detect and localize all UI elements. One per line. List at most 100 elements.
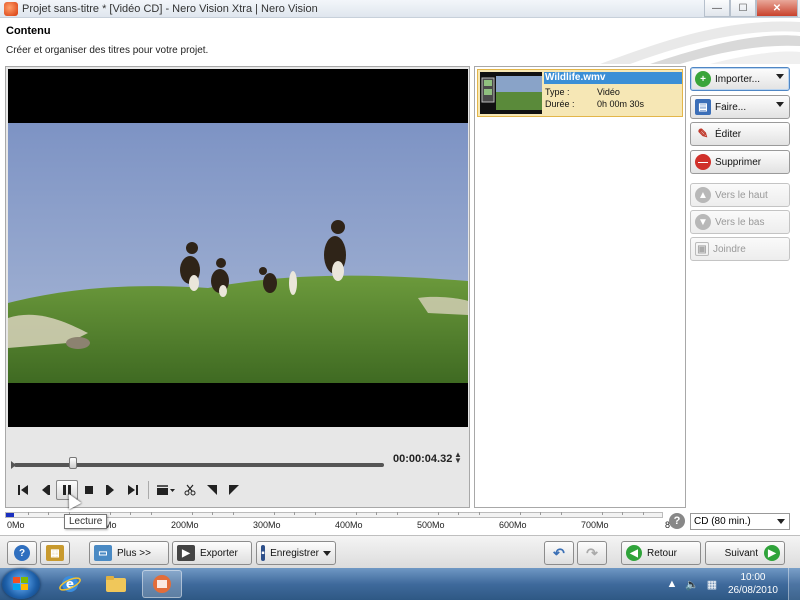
capacity-minor-tick — [27, 512, 29, 515]
show-hidden-icons-icon[interactable]: ▲ — [665, 577, 679, 591]
page-header: Contenu Créer et organiser des titres po… — [0, 18, 800, 64]
capacity-minor-tick — [560, 512, 562, 515]
play-tooltip: Lecture — [64, 514, 108, 529]
bottom-toolbar: ? ▦ ▭ Plus >> ▶ Exporter ▪ Enregistrer ↶… — [0, 535, 800, 568]
next-frame-button[interactable] — [100, 480, 122, 500]
move-down-button[interactable]: ▼ Vers le bas — [690, 210, 790, 234]
chevron-down-icon — [776, 102, 784, 107]
clip-duration-row: Durée : 0h 00m 30s — [545, 99, 644, 109]
mark-out-icon — [229, 485, 239, 495]
redo-button[interactable]: ↷ — [577, 541, 607, 565]
show-desktop-button[interactable] — [788, 568, 800, 600]
mark-in-button[interactable] — [201, 480, 223, 500]
import-label: Importer... — [715, 73, 761, 85]
monitor-icon: ▭ — [94, 545, 112, 561]
capacity-minor-tick — [437, 512, 439, 515]
disc-type-select[interactable]: CD (80 min.) — [690, 513, 790, 530]
capacity-minor-tick — [150, 512, 152, 515]
clip-item[interactable]: Wildlife.wmv Type : Vidéo Durée : 0h 00m 3… — [477, 69, 683, 117]
capacity-minor-tick — [212, 512, 213, 515]
clip-type-label: Type : — [545, 87, 570, 97]
page-title: Contenu — [6, 25, 51, 37]
folder-icon — [106, 576, 126, 592]
maximize-button[interactable]: ☐ — [730, 0, 756, 17]
capacity-minor-tick — [273, 512, 275, 515]
arrow-left-icon: ◀ — [626, 545, 642, 561]
join-icon: ▣ — [695, 242, 709, 256]
next-frame-icon — [106, 485, 114, 495]
delete-label: Supprimer — [715, 156, 762, 168]
save-button[interactable]: ▪ Enregistrer — [256, 541, 336, 565]
window-title: Projet sans-titre * [Vidéo CD] - Nero Vi… — [22, 2, 318, 15]
clip-duration-label: Durée : — [545, 99, 575, 109]
timecode-display: 00:00:04.32 — [393, 453, 453, 465]
next-button[interactable]: Suivant ▶ — [705, 541, 785, 565]
decorative-swoosh — [600, 21, 800, 64]
export-button[interactable]: ▶ Exporter — [172, 541, 252, 565]
back-button[interactable]: ◀ Retour — [621, 541, 701, 565]
seek-thumb[interactable] — [69, 457, 77, 469]
more-label: Plus >> — [117, 547, 151, 559]
move-down-label: Vers le bas — [715, 216, 765, 228]
mark-in-icon — [207, 485, 217, 495]
system-tray: ▲ 🔈 ▦ 10:00 26/08/2010 — [662, 568, 800, 600]
minimize-button[interactable]: — — [704, 0, 730, 17]
clock-time: 10:00 — [740, 572, 766, 583]
previous-frame-icon — [42, 485, 50, 495]
system-clock[interactable]: 10:00 26/08/2010 — [728, 571, 778, 597]
stop-icon — [85, 486, 93, 494]
plus-icon: + — [695, 71, 711, 87]
taskbar-explorer[interactable] — [96, 570, 136, 598]
network-icon[interactable]: ▦ — [705, 577, 719, 591]
seek-bar[interactable] — [11, 457, 384, 471]
undo-button[interactable]: ↶ — [544, 541, 574, 565]
help-button[interactable]: ? — [7, 541, 37, 565]
capacity-minor-tick — [232, 512, 234, 515]
capacity-scale-label: 500Mo — [417, 520, 445, 530]
toolbar-separator — [148, 481, 149, 499]
video-preview[interactable] — [8, 69, 468, 427]
edit-button[interactable]: ✎ Éditer — [690, 122, 790, 146]
taskbar-internet-explorer[interactable]: e — [50, 570, 90, 598]
capacity-minor-tick — [478, 512, 480, 515]
import-button[interactable]: + Importer... — [690, 67, 790, 91]
move-up-label: Vers le haut — [715, 189, 768, 201]
taskbar-nero-vision[interactable] — [142, 570, 182, 598]
toolbox-icon: ▦ — [46, 545, 64, 561]
page-subtitle: Créer et organiser des titres pour votre… — [6, 45, 209, 56]
clip-list[interactable]: Wildlife.wmv Type : Vidéo Durée : 0h 00m 3… — [474, 66, 686, 508]
settings-button[interactable]: ▦ — [40, 541, 70, 565]
go-to-end-icon — [128, 485, 138, 495]
delete-button[interactable]: — Supprimer — [690, 150, 790, 174]
go-to-start-button[interactable] — [12, 480, 34, 500]
capacity-minor-tick — [519, 512, 521, 515]
volume-icon[interactable]: 🔈 — [685, 577, 699, 591]
cut-button[interactable] — [179, 480, 201, 500]
go-to-end-button[interactable] — [122, 480, 144, 500]
close-button[interactable]: ✕ — [756, 0, 798, 17]
chevron-down-icon — [776, 74, 784, 79]
move-up-button[interactable]: ▲ Vers le haut — [690, 183, 790, 207]
timecode-spinner[interactable]: ▲ ▼ — [454, 451, 462, 465]
previous-frame-button[interactable] — [34, 480, 56, 500]
edit-label: Éditer — [715, 128, 742, 140]
more-button[interactable]: ▭ Plus >> — [89, 541, 169, 565]
capacity-help-icon[interactable]: ? — [669, 513, 685, 529]
stop-button[interactable] — [78, 480, 100, 500]
capacity-minor-tick — [458, 512, 459, 515]
go-to-start-icon — [18, 485, 28, 495]
save-label: Enregistrer — [270, 547, 319, 559]
make-button[interactable]: ▤ Faire... — [690, 95, 790, 119]
clip-thumbnail-image — [480, 72, 542, 114]
window-titlebar[interactable]: Projet sans-titre * [Vidéo CD] - Nero Vi… — [0, 0, 800, 18]
capacity-minor-tick — [294, 512, 295, 515]
next-label: Suivant — [724, 547, 758, 559]
start-button[interactable] — [2, 569, 40, 599]
chapter-menu-button[interactable] — [153, 480, 179, 500]
join-label: Joindre — [713, 243, 746, 255]
join-button[interactable]: ▣ Joindre — [690, 237, 790, 261]
capacity-minor-tick — [601, 512, 603, 515]
mark-out-button[interactable] — [223, 480, 245, 500]
capacity-scale-label: 0Mo — [7, 520, 25, 530]
capacity-minor-tick — [314, 512, 316, 515]
